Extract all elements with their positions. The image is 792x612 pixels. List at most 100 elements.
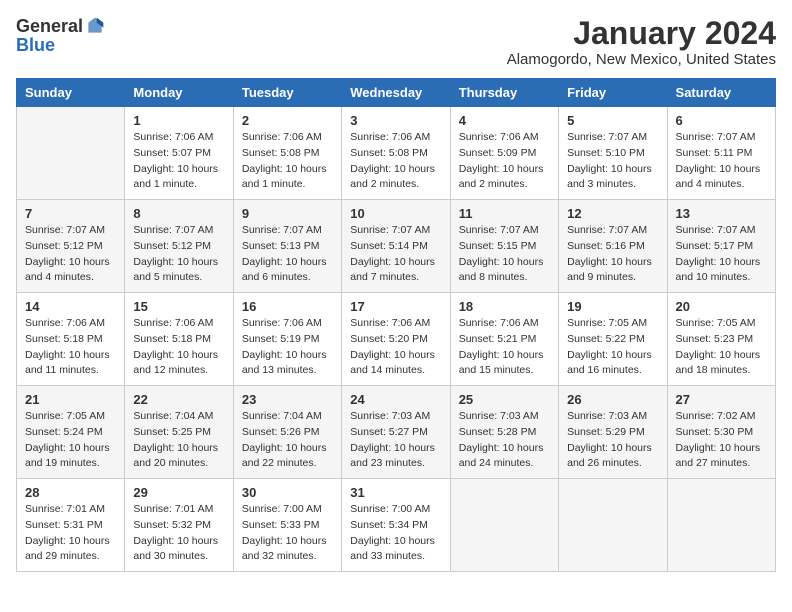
logo-icon <box>85 16 105 36</box>
day-info: Sunrise: 7:07 AMSunset: 5:13 PMDaylight:… <box>242 223 333 286</box>
day-info: Sunrise: 7:06 AMSunset: 5:18 PMDaylight:… <box>25 316 116 379</box>
logo: General Blue <box>16 16 105 56</box>
day-cell: 26 Sunrise: 7:03 AMSunset: 5:29 PMDayligh… <box>559 386 667 479</box>
day-number: 15 <box>133 299 224 314</box>
header-day-wednesday: Wednesday <box>342 79 450 107</box>
day-cell: 25 Sunrise: 7:03 AMSunset: 5:28 PMDayligh… <box>450 386 558 479</box>
day-info: Sunrise: 7:06 AMSunset: 5:19 PMDaylight:… <box>242 316 333 379</box>
month-title: January 2024 <box>507 16 776 51</box>
header-day-saturday: Saturday <box>667 79 775 107</box>
day-info: Sunrise: 7:07 AMSunset: 5:10 PMDaylight:… <box>567 130 658 193</box>
day-info: Sunrise: 7:06 AMSunset: 5:18 PMDaylight:… <box>133 316 224 379</box>
day-number: 31 <box>350 485 441 500</box>
day-number: 22 <box>133 392 224 407</box>
day-cell <box>17 107 125 200</box>
day-cell: 17 Sunrise: 7:06 AMSunset: 5:20 PMDayligh… <box>342 293 450 386</box>
day-cell: 8 Sunrise: 7:07 AMSunset: 5:12 PMDaylight… <box>125 200 233 293</box>
day-info: Sunrise: 7:02 AMSunset: 5:30 PMDaylight:… <box>676 409 767 472</box>
day-cell: 29 Sunrise: 7:01 AMSunset: 5:32 PMDayligh… <box>125 479 233 572</box>
day-cell: 7Sunrise: 7:07 AMSunset: 5:12 PMDaylight… <box>17 200 125 293</box>
day-number: 17 <box>350 299 441 314</box>
day-number: 20 <box>676 299 767 314</box>
day-number: 6 <box>676 113 767 128</box>
day-info: Sunrise: 7:06 AMSunset: 5:08 PMDaylight:… <box>242 130 333 193</box>
day-number: 29 <box>133 485 224 500</box>
day-number: 28 <box>25 485 116 500</box>
day-cell: 24 Sunrise: 7:03 AMSunset: 5:27 PMDayligh… <box>342 386 450 479</box>
location-title: Alamogordo, New Mexico, United States <box>507 51 776 68</box>
day-cell: 13 Sunrise: 7:07 AMSunset: 5:17 PMDayligh… <box>667 200 775 293</box>
day-cell: 12 Sunrise: 7:07 AMSunset: 5:16 PMDayligh… <box>559 200 667 293</box>
week-row-3: 14 Sunrise: 7:06 AMSunset: 5:18 PMDayligh… <box>17 293 776 386</box>
day-info: Sunrise: 7:03 AMSunset: 5:29 PMDaylight:… <box>567 409 658 472</box>
day-cell: 5 Sunrise: 7:07 AMSunset: 5:10 PMDaylight… <box>559 107 667 200</box>
day-cell: 31 Sunrise: 7:00 AMSunset: 5:34 PMDayligh… <box>342 479 450 572</box>
day-number: 26 <box>567 392 658 407</box>
day-info: Sunrise: 7:07 AMSunset: 5:11 PMDaylight:… <box>676 130 767 193</box>
day-number: 25 <box>459 392 550 407</box>
day-cell: 20 Sunrise: 7:05 AMSunset: 5:23 PMDayligh… <box>667 293 775 386</box>
day-info: Sunrise: 7:04 AMSunset: 5:25 PMDaylight:… <box>133 409 224 472</box>
day-number: 3 <box>350 113 441 128</box>
day-number: 30 <box>242 485 333 500</box>
day-cell: 22 Sunrise: 7:04 AMSunset: 5:25 PMDayligh… <box>125 386 233 479</box>
day-info: Sunrise: 7:07 AMSunset: 5:17 PMDaylight:… <box>676 223 767 286</box>
day-number: 14 <box>25 299 116 314</box>
day-info: Sunrise: 7:05 AMSunset: 5:22 PMDaylight:… <box>567 316 658 379</box>
day-cell: 23Sunrise: 7:04 AMSunset: 5:26 PMDayligh… <box>233 386 341 479</box>
day-number: 11 <box>459 206 550 221</box>
day-info: Sunrise: 7:07 AMSunset: 5:14 PMDaylight:… <box>350 223 441 286</box>
day-cell: 2 Sunrise: 7:06 AMSunset: 5:08 PMDaylight… <box>233 107 341 200</box>
day-info: Sunrise: 7:06 AMSunset: 5:20 PMDaylight:… <box>350 316 441 379</box>
logo-text-general: General <box>16 17 83 35</box>
header-day-thursday: Thursday <box>450 79 558 107</box>
day-info: Sunrise: 7:05 AMSunset: 5:23 PMDaylight:… <box>676 316 767 379</box>
day-info: Sunrise: 7:03 AMSunset: 5:28 PMDaylight:… <box>459 409 550 472</box>
day-info: Sunrise: 7:06 AMSunset: 5:21 PMDaylight:… <box>459 316 550 379</box>
day-cell <box>559 479 667 572</box>
day-info: Sunrise: 7:07 AMSunset: 5:15 PMDaylight:… <box>459 223 550 286</box>
day-number: 13 <box>676 206 767 221</box>
day-cell: 1Sunrise: 7:06 AMSunset: 5:07 PMDaylight… <box>125 107 233 200</box>
day-number: 4 <box>459 113 550 128</box>
day-number: 2 <box>242 113 333 128</box>
day-info: Sunrise: 7:07 AMSunset: 5:12 PMDaylight:… <box>25 223 116 286</box>
day-number: 9 <box>242 206 333 221</box>
day-number: 10 <box>350 206 441 221</box>
day-info: Sunrise: 7:04 AMSunset: 5:26 PMDaylight:… <box>242 409 333 472</box>
logo-text-blue: Blue <box>16 35 55 55</box>
day-info: Sunrise: 7:00 AMSunset: 5:34 PMDaylight:… <box>350 502 441 565</box>
day-info: Sunrise: 7:07 AMSunset: 5:12 PMDaylight:… <box>133 223 224 286</box>
day-number: 5 <box>567 113 658 128</box>
week-row-1: 1Sunrise: 7:06 AMSunset: 5:07 PMDaylight… <box>17 107 776 200</box>
day-number: 16 <box>242 299 333 314</box>
day-number: 12 <box>567 206 658 221</box>
day-cell: 15 Sunrise: 7:06 AMSunset: 5:18 PMDayligh… <box>125 293 233 386</box>
calendar-table: SundayMondayTuesdayWednesdayThursdayFrid… <box>16 78 776 572</box>
day-info: Sunrise: 7:05 AMSunset: 5:24 PMDaylight:… <box>25 409 116 472</box>
day-cell: 11 Sunrise: 7:07 AMSunset: 5:15 PMDayligh… <box>450 200 558 293</box>
day-cell: 16 Sunrise: 7:06 AMSunset: 5:19 PMDayligh… <box>233 293 341 386</box>
day-info: Sunrise: 7:03 AMSunset: 5:27 PMDaylight:… <box>350 409 441 472</box>
title-section: January 2024 Alamogordo, New Mexico, Uni… <box>507 16 776 68</box>
day-cell: 3Sunrise: 7:06 AMSunset: 5:08 PMDaylight… <box>342 107 450 200</box>
header-day-friday: Friday <box>559 79 667 107</box>
day-info: Sunrise: 7:01 AMSunset: 5:32 PMDaylight:… <box>133 502 224 565</box>
day-number: 27 <box>676 392 767 407</box>
day-cell <box>450 479 558 572</box>
day-info: Sunrise: 7:07 AMSunset: 5:16 PMDaylight:… <box>567 223 658 286</box>
day-cell: 4 Sunrise: 7:06 AMSunset: 5:09 PMDaylight… <box>450 107 558 200</box>
header-row: SundayMondayTuesdayWednesdayThursdayFrid… <box>17 79 776 107</box>
day-number: 8 <box>133 206 224 221</box>
day-number: 24 <box>350 392 441 407</box>
day-info: Sunrise: 7:06 AMSunset: 5:07 PMDaylight:… <box>133 130 224 193</box>
day-info: Sunrise: 7:00 AMSunset: 5:33 PMDaylight:… <box>242 502 333 565</box>
day-cell: 18 Sunrise: 7:06 AMSunset: 5:21 PMDayligh… <box>450 293 558 386</box>
day-cell: 6 Sunrise: 7:07 AMSunset: 5:11 PMDaylight… <box>667 107 775 200</box>
day-number: 21 <box>25 392 116 407</box>
day-number: 18 <box>459 299 550 314</box>
day-cell: 30 Sunrise: 7:00 AMSunset: 5:33 PMDayligh… <box>233 479 341 572</box>
day-cell: 28Sunrise: 7:01 AMSunset: 5:31 PMDayligh… <box>17 479 125 572</box>
day-info: Sunrise: 7:06 AMSunset: 5:09 PMDaylight:… <box>459 130 550 193</box>
header-day-monday: Monday <box>125 79 233 107</box>
